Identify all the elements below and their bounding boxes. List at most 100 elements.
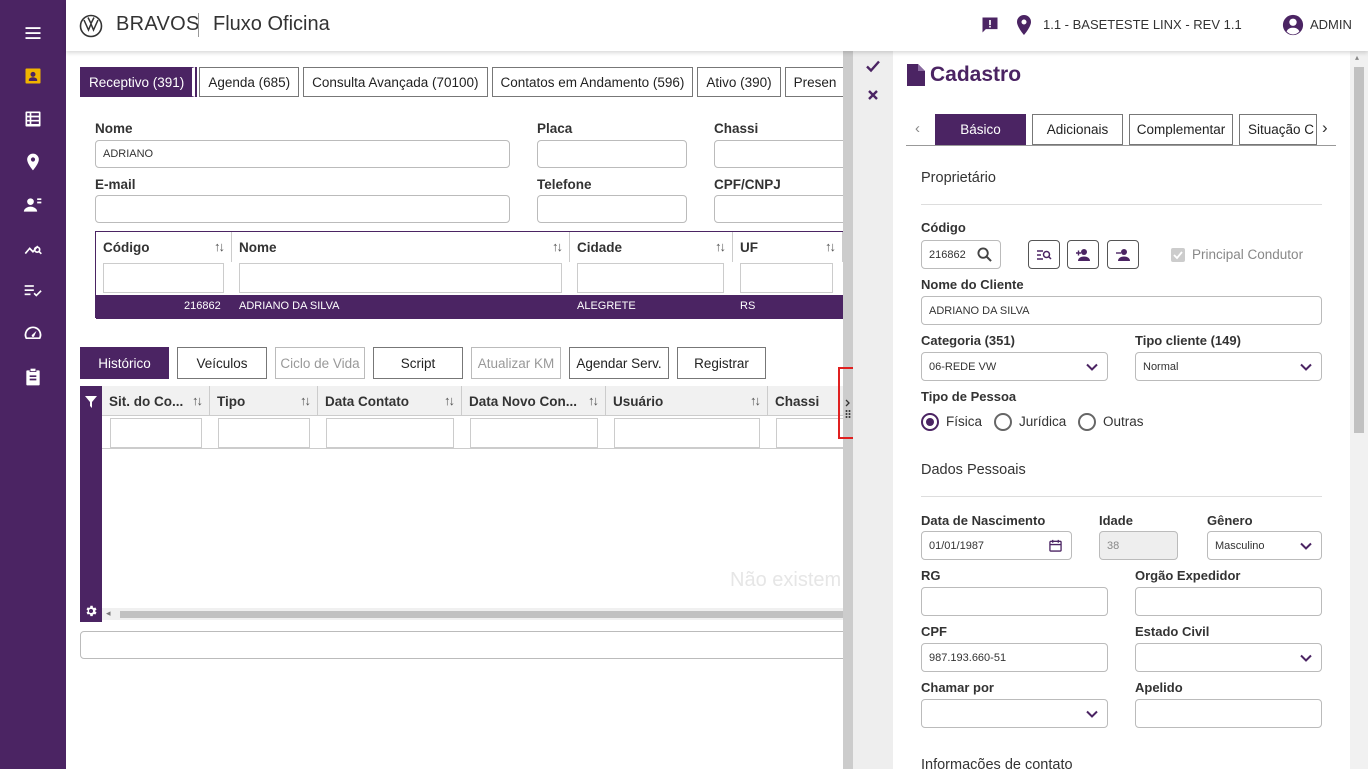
column-header-cidade[interactable]: Cidade ↑↓: [570, 232, 733, 262]
clipboard-icon[interactable]: [0, 357, 66, 397]
column-header-tipo[interactable]: Tipo ↑↓: [210, 386, 318, 416]
apelido-input[interactable]: [1135, 699, 1322, 728]
list-icon[interactable]: [0, 99, 66, 139]
column-header-codigo[interactable]: Código ↑↓: [96, 232, 232, 262]
speedometer-icon[interactable]: [0, 314, 66, 354]
radio-juridica[interactable]: [994, 413, 1012, 431]
telefone-input[interactable]: [537, 195, 687, 223]
user-name[interactable]: ADMIN: [1310, 17, 1352, 32]
codigo-input[interactable]: 216862: [921, 240, 1001, 269]
radio-outras-label[interactable]: Outras: [1103, 414, 1144, 429]
tab-presencial[interactable]: Presen: [784, 67, 843, 97]
tab-adicionais[interactable]: Adicionais: [1032, 114, 1123, 145]
filter-usuario[interactable]: [614, 418, 760, 448]
tabs-next-icon[interactable]: ›: [1322, 118, 1328, 138]
nome-input[interactable]: ADRIANO: [95, 140, 510, 168]
gear-icon[interactable]: [84, 604, 98, 618]
radio-fisica-label[interactable]: Física: [946, 414, 982, 429]
column-header-situacao[interactable]: Sit. do Co... ↑↓: [102, 386, 210, 416]
column-header-nome[interactable]: Nome ↑↓: [232, 232, 570, 262]
location-pin-icon[interactable]: [0, 142, 66, 182]
sort-icon[interactable]: ↑↓: [300, 393, 311, 408]
tab-situacao[interactable]: Situação C: [1239, 114, 1317, 145]
chamar-por-select[interactable]: [921, 699, 1108, 728]
principal-condutor-checkbox[interactable]: [1171, 248, 1185, 262]
filter-chassi[interactable]: [776, 418, 843, 448]
confirm-check-icon[interactable]: [865, 58, 881, 74]
contact-card-icon[interactable]: [0, 56, 66, 96]
scrollbar-thumb[interactable]: [120, 611, 843, 618]
cpf-input[interactable]: 987.193.660-51: [921, 643, 1108, 672]
user-avatar-icon[interactable]: [1282, 14, 1304, 36]
tab-consulta-avancada[interactable]: Consulta Avançada (70100): [303, 67, 488, 97]
tab-ciclo-de-vida[interactable]: Ciclo de Vida: [275, 347, 365, 379]
categoria-select[interactable]: 06-REDE VW: [921, 352, 1108, 381]
filter-uf[interactable]: [740, 263, 833, 293]
scrollbar-thumb[interactable]: [1354, 67, 1364, 433]
filter-codigo[interactable]: [103, 263, 224, 293]
chart-search-icon[interactable]: [0, 228, 66, 268]
filter-tipo[interactable]: [218, 418, 310, 448]
agendar-serv-button[interactable]: Agendar Serv.: [569, 347, 669, 379]
filter-cidade[interactable]: [577, 263, 724, 293]
atualizar-km-button[interactable]: Atualizar KM: [471, 347, 561, 379]
tab-receptivo[interactable]: Receptivo (391): [80, 67, 196, 97]
scroll-left-icon[interactable]: ◂: [106, 608, 111, 619]
radio-outras[interactable]: [1078, 413, 1096, 431]
panel-scrollbar[interactable]: ▴: [1350, 51, 1368, 769]
estado-civil-select[interactable]: [1135, 643, 1322, 672]
column-header-uf[interactable]: UF ↑↓: [733, 232, 843, 262]
sort-icon[interactable]: ↑↓: [825, 239, 836, 254]
sort-icon[interactable]: ↑↓: [715, 239, 726, 254]
scroll-up-icon[interactable]: ▴: [1355, 53, 1359, 62]
search-client-button[interactable]: [1028, 240, 1060, 269]
rg-input[interactable]: [921, 587, 1108, 616]
genero-select[interactable]: Masculino: [1207, 531, 1322, 560]
nascimento-input[interactable]: 01/01/1987: [921, 531, 1072, 560]
table-row[interactable]: 216862 ADRIANO DA SILVA ALEGRETE RS: [96, 295, 843, 319]
sort-icon[interactable]: ↑↓: [192, 393, 203, 408]
location-icon[interactable]: [1016, 14, 1032, 36]
tipo-cliente-select[interactable]: Normal: [1135, 352, 1322, 381]
sort-icon[interactable]: ↑↓: [552, 239, 563, 254]
sort-icon[interactable]: ↑↓: [444, 393, 455, 408]
filter-icon[interactable]: [85, 396, 97, 408]
filter-data-contato[interactable]: [326, 418, 454, 448]
column-header-data-novo-contato[interactable]: Data Novo Con... ↑↓: [462, 386, 606, 416]
horizontal-scrollbar[interactable]: ◂: [102, 608, 843, 620]
radio-fisica[interactable]: [921, 413, 939, 431]
remove-person-button[interactable]: [1107, 240, 1139, 269]
tab-ativo[interactable]: Ativo (390): [697, 67, 781, 97]
sort-icon[interactable]: ↑↓: [588, 393, 599, 408]
checklist-icon[interactable]: [0, 271, 66, 311]
tab-veiculos[interactable]: Veículos: [177, 347, 267, 379]
tab-contatos-andamento[interactable]: Contatos em Andamento (596): [491, 67, 694, 97]
filter-situacao[interactable]: [110, 418, 202, 448]
radio-juridica-label[interactable]: Jurídica: [1019, 414, 1066, 429]
nome-cliente-input[interactable]: ADRIANO DA SILVA: [921, 296, 1322, 325]
tab-script[interactable]: Script: [373, 347, 463, 379]
menu-icon[interactable]: [0, 13, 66, 53]
column-header-chassi[interactable]: Chassi: [768, 386, 843, 416]
sort-icon[interactable]: ↑↓: [214, 239, 225, 254]
sort-icon[interactable]: ↑↓: [750, 393, 761, 408]
location-label[interactable]: 1.1 - BASETESTE LINX - REV 1.1: [1043, 17, 1242, 32]
email-input[interactable]: [95, 195, 510, 223]
people-icon[interactable]: [0, 185, 66, 225]
chassi-input[interactable]: [714, 140, 843, 168]
orgao-expedidor-input[interactable]: [1135, 587, 1322, 616]
observation-field[interactable]: [80, 631, 843, 659]
search-icon[interactable]: [977, 247, 992, 262]
tab-historico[interactable]: Histórico: [80, 347, 169, 379]
filter-data-novo-contato[interactable]: [470, 418, 598, 448]
column-header-usuario[interactable]: Usuário ↑↓: [606, 386, 768, 416]
message-alert-icon[interactable]: [980, 15, 1000, 35]
tab-complementar[interactable]: Complementar: [1129, 114, 1233, 145]
tab-basico[interactable]: Básico: [935, 114, 1026, 145]
filter-nome[interactable]: [239, 263, 562, 293]
add-person-button[interactable]: [1067, 240, 1099, 269]
cpf-cnpj-input[interactable]: [714, 195, 843, 223]
placa-input[interactable]: [537, 140, 687, 168]
registrar-button[interactable]: Registrar: [677, 347, 766, 379]
tabs-prev-icon[interactable]: ‹: [915, 120, 920, 137]
